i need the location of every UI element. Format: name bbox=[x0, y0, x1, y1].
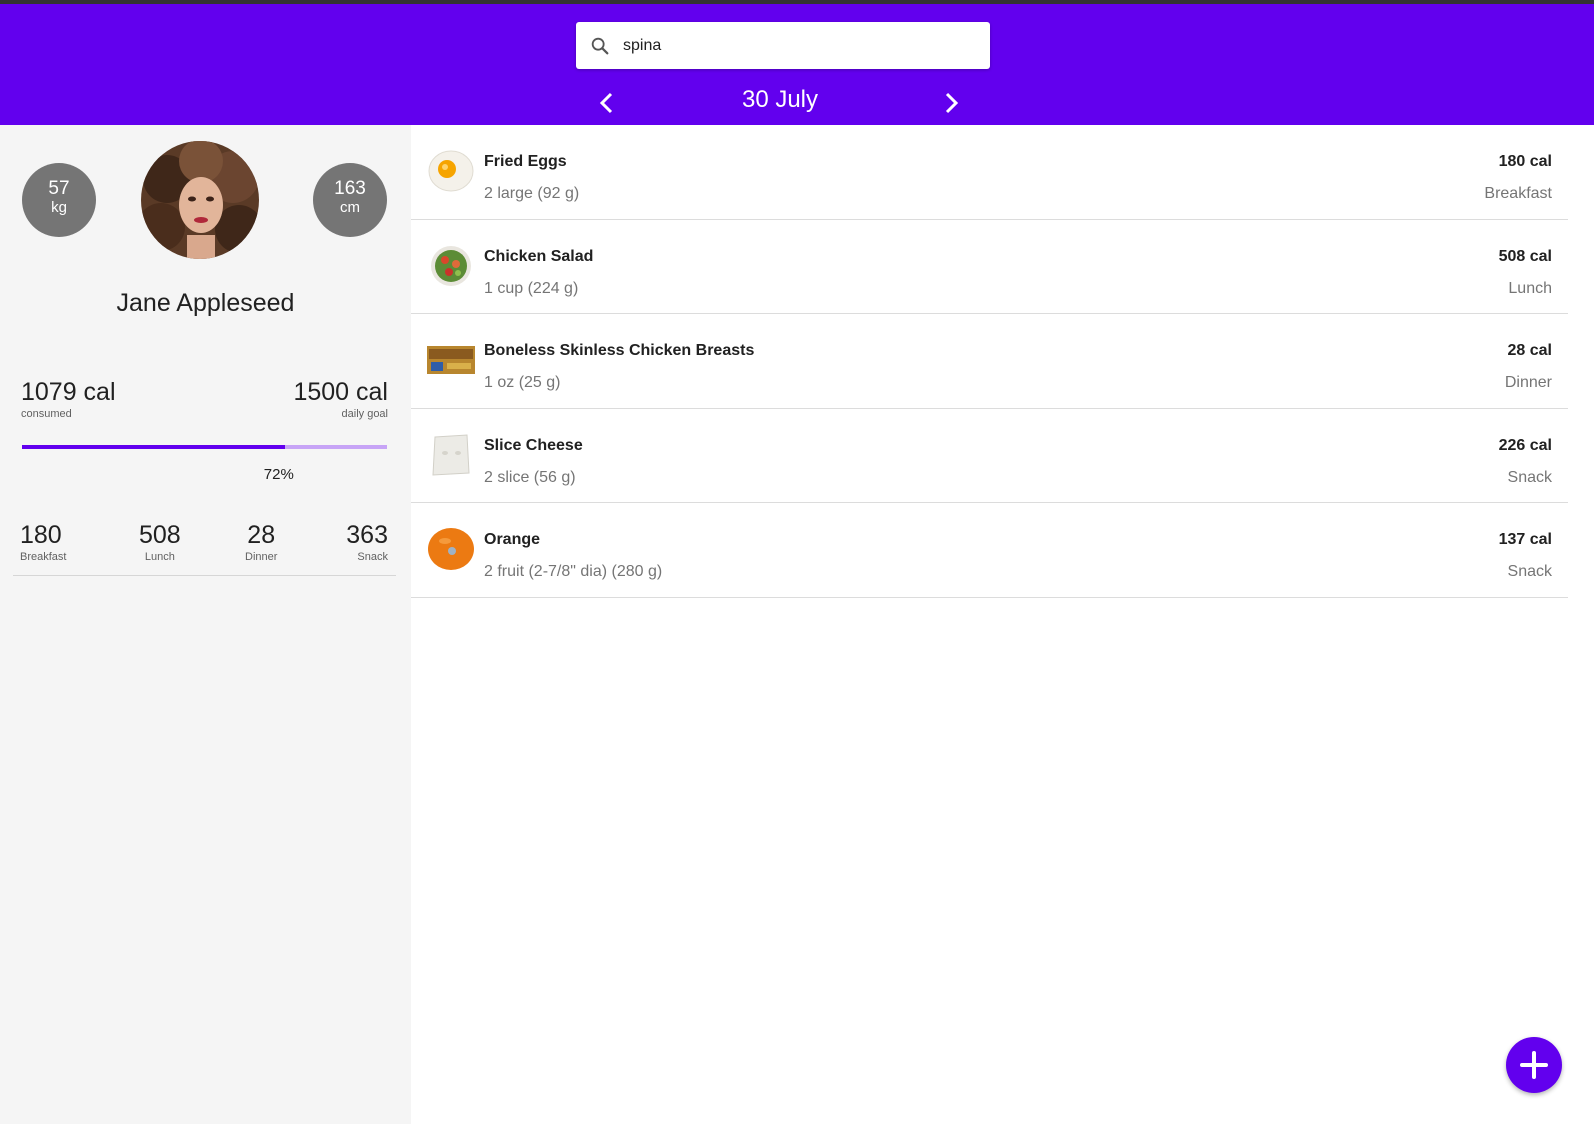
chicken-salad-image bbox=[431, 245, 471, 286]
avatar-photo bbox=[141, 141, 259, 259]
calorie-progress-bar bbox=[22, 445, 387, 449]
calories-goal: 1500 cal daily goal bbox=[293, 377, 388, 420]
meal-total-label: Lunch bbox=[144, 551, 175, 563]
search-bar[interactable] bbox=[576, 22, 990, 69]
weight-badge: 57 kg bbox=[22, 163, 96, 237]
food-name: Fried Eggs bbox=[484, 153, 567, 170]
chicken-package-image bbox=[427, 346, 475, 374]
search-input[interactable] bbox=[623, 36, 963, 55]
fried-egg-image bbox=[428, 150, 474, 192]
food-calories: 226 cal bbox=[1498, 436, 1552, 454]
app-header: 30 July bbox=[0, 4, 1594, 125]
food-calories: 137 cal bbox=[1498, 531, 1552, 548]
meal-total-breakfast: 180 Breakfast bbox=[20, 520, 66, 563]
consumed-value: 1079 cal bbox=[21, 378, 116, 406]
food-serving: 1 cup (224 g) bbox=[484, 279, 579, 297]
date-navigator: 30 July bbox=[590, 82, 970, 122]
meal-total-label: Snack bbox=[357, 551, 388, 563]
food-calories: 28 cal bbox=[1507, 342, 1552, 359]
add-food-button[interactable] bbox=[1506, 1037, 1562, 1093]
list-item[interactable]: Boneless Skinless Chicken Breasts 1 oz (… bbox=[411, 314, 1568, 409]
progress-percent: 72% bbox=[263, 466, 294, 483]
progress-fill bbox=[22, 445, 285, 449]
meal-total-value: 508 bbox=[139, 521, 181, 549]
food-name: Boneless Skinless Chicken Breasts bbox=[484, 342, 755, 359]
food-serving: 2 fruit (2-7/8" dia) (280 g) bbox=[484, 563, 663, 580]
food-name: Chicken Salad bbox=[484, 247, 594, 265]
meal-total-value: 363 bbox=[346, 521, 388, 549]
meal-total-value: 28 bbox=[247, 521, 276, 549]
food-serving: 1 oz (25 g) bbox=[484, 374, 561, 391]
user-name: Jane Appleseed bbox=[116, 289, 295, 317]
chevron-left-icon[interactable] bbox=[592, 88, 622, 118]
food-entry-list: Fried Eggs 2 large (92 g) 180 cal Breakf… bbox=[411, 125, 1568, 598]
food-name: Orange bbox=[484, 531, 541, 548]
weight-value: 57 bbox=[48, 178, 70, 199]
consumed-label: consumed bbox=[21, 408, 72, 420]
calories-consumed: 1079 cal consumed bbox=[21, 377, 116, 420]
meal-totals: 180 Breakfast 508 Lunch 28 Dinner 363 Sn… bbox=[13, 520, 396, 576]
food-calories: 508 cal bbox=[1498, 247, 1552, 265]
height-badge: 163 cm bbox=[313, 163, 387, 237]
height-value: 163 bbox=[334, 178, 366, 199]
cheese-slice-image bbox=[432, 433, 470, 476]
meal-total-label: Dinner bbox=[245, 551, 278, 563]
food-meal: Breakfast bbox=[1484, 185, 1552, 202]
food-meal: Lunch bbox=[1508, 279, 1552, 297]
food-name: Slice Cheese bbox=[484, 436, 583, 454]
meal-total-lunch: 508 Lunch bbox=[139, 520, 181, 563]
list-item[interactable]: Slice Cheese 2 slice (56 g) 226 cal Snac… bbox=[411, 409, 1568, 503]
height-unit: cm bbox=[340, 199, 360, 216]
list-item[interactable]: Orange 2 fruit (2-7/8" dia) (280 g) 137 … bbox=[411, 503, 1568, 598]
meal-total-value: 180 bbox=[20, 521, 62, 549]
food-meal: Dinner bbox=[1504, 374, 1552, 391]
search-icon bbox=[591, 37, 609, 54]
weight-unit: kg bbox=[51, 199, 67, 216]
avatar bbox=[141, 141, 259, 259]
current-date: 30 July bbox=[741, 86, 819, 113]
meal-total-label: Breakfast bbox=[20, 551, 67, 563]
food-calories: 180 cal bbox=[1498, 153, 1552, 170]
meal-total-dinner: 28 Dinner bbox=[245, 520, 277, 563]
chevron-right-icon[interactable] bbox=[936, 88, 966, 118]
meal-total-snack: 363 Snack bbox=[346, 520, 388, 563]
orange-image bbox=[428, 528, 474, 570]
profile-sidebar: 57 kg 163 cm Jane Appleseed 1079 cal con… bbox=[0, 125, 411, 1124]
goal-label: daily goal bbox=[341, 408, 388, 420]
food-meal: Snack bbox=[1507, 468, 1552, 486]
goal-value: 1500 cal bbox=[293, 378, 388, 406]
list-item[interactable]: Chicken Salad 1 cup (224 g) 508 cal Lunc… bbox=[411, 220, 1568, 314]
food-meal: Snack bbox=[1507, 563, 1552, 580]
food-serving: 2 slice (56 g) bbox=[484, 468, 576, 486]
list-item[interactable]: Fried Eggs 2 large (92 g) 180 cal Breakf… bbox=[411, 125, 1568, 220]
food-serving: 2 large (92 g) bbox=[484, 185, 580, 202]
plus-icon bbox=[1520, 1051, 1548, 1079]
